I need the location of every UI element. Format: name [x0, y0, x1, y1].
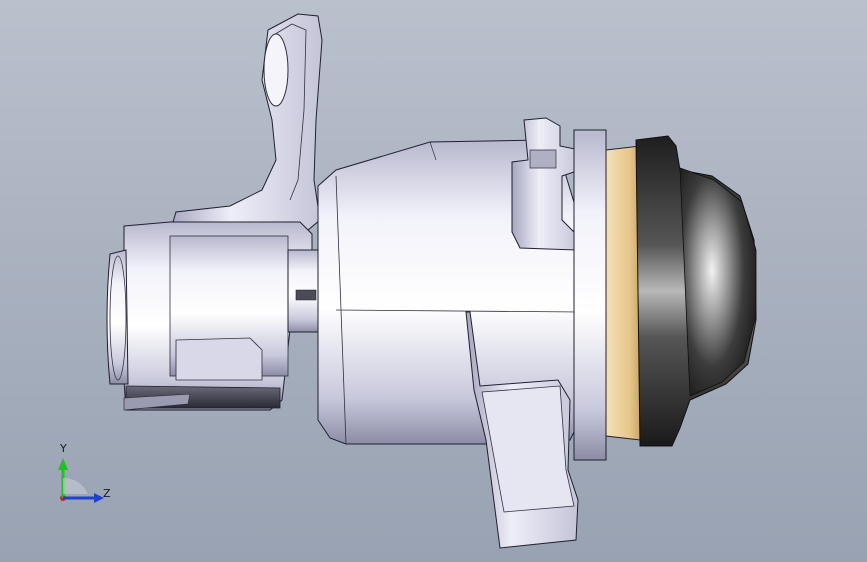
rubber-boot[interactable] — [635, 135, 757, 447]
triad-y-label: Y — [60, 442, 67, 455]
part-model[interactable] — [0, 0, 867, 562]
orientation-triad — [58, 458, 104, 503]
mount-bracket[interactable] — [169, 13, 323, 241]
left-housing[interactable] — [123, 221, 313, 411]
left-end-cap[interactable] — [106, 249, 129, 385]
connector-block[interactable] — [511, 117, 581, 251]
back-plate[interactable] — [573, 129, 607, 461]
graphics-viewport[interactable]: Y Z — [0, 0, 867, 562]
triad-z-label: Z — [103, 487, 111, 500]
connecting-shaft[interactable] — [287, 249, 323, 333]
